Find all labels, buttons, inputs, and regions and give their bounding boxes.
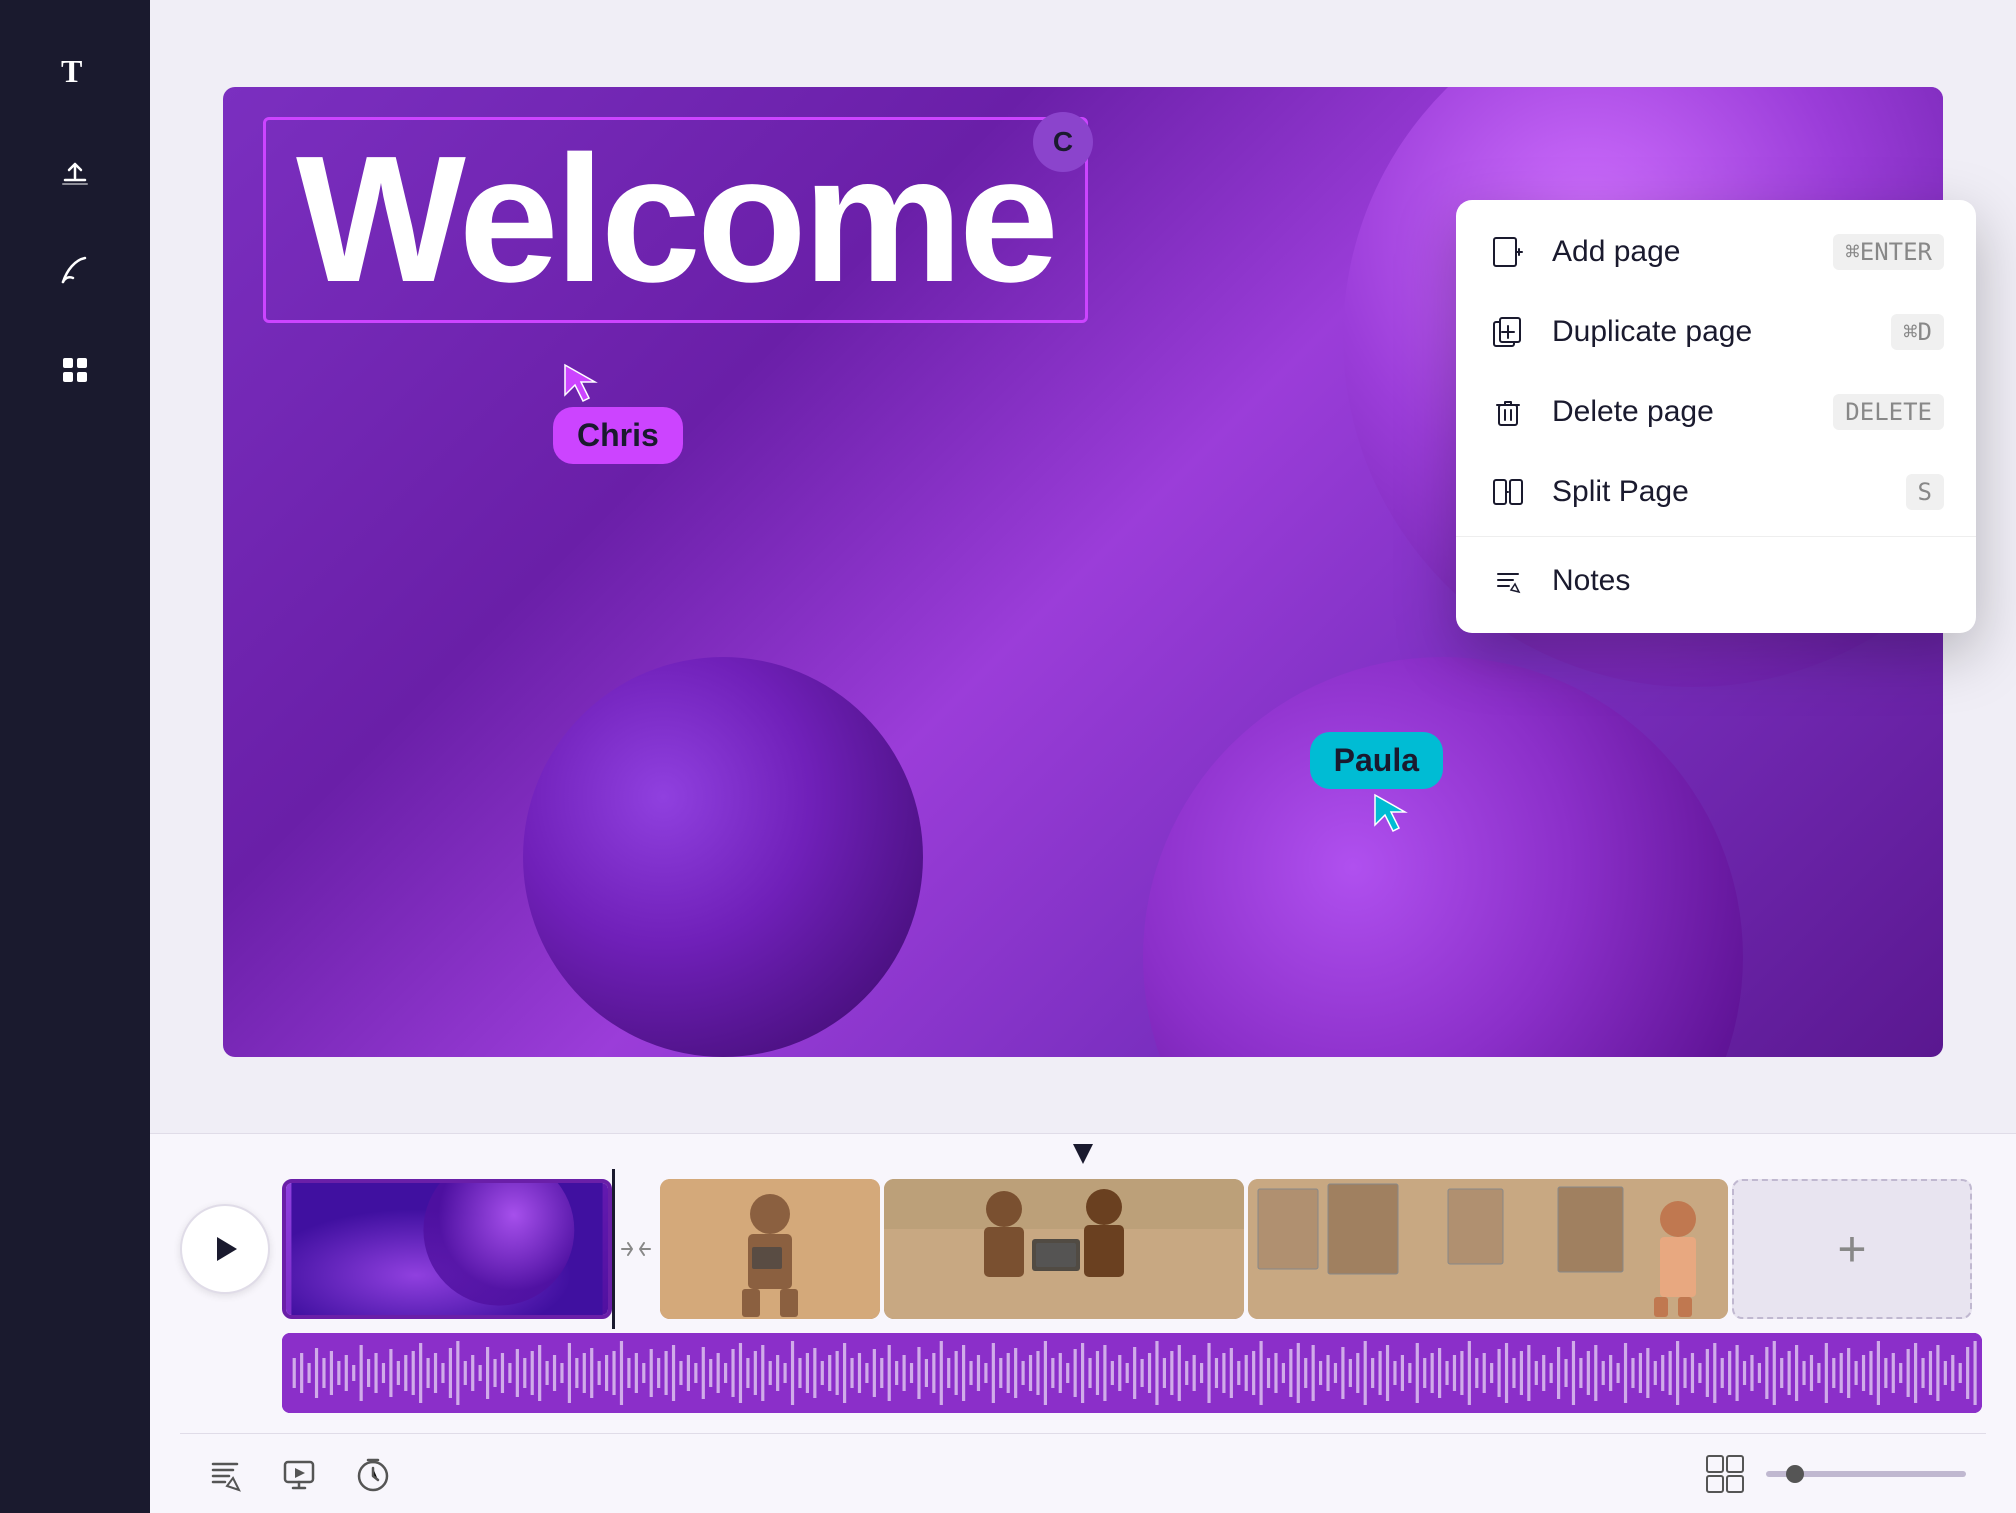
duplicate-page-shortcut: ⌘D [1891,314,1944,350]
chris-cursor-arrow [553,357,603,407]
context-menu: Add page ⌘ENTER Duplicate page ⌘D [1456,200,1976,633]
delete-page-icon [1488,392,1528,432]
svg-text:T: T [61,53,82,89]
delete-page-label: Delete page [1552,395,1809,429]
playhead-bar [180,1134,1986,1164]
delete-page-menu-item[interactable]: Delete page DELETE [1456,372,1976,452]
transition-icon-1[interactable] [616,1229,656,1269]
add-page-label: Add page [1552,235,1809,269]
clip-2[interactable] [660,1179,880,1319]
welcome-text-box[interactable]: Welcome C [263,117,1088,323]
waveform-svg [282,1333,1982,1413]
draw-button[interactable] [45,240,105,300]
clip-1[interactable] [282,1179,612,1319]
menu-divider [1456,536,1976,537]
playhead-line [612,1169,615,1329]
text-tool-button[interactable]: T [45,40,105,100]
timeline-tracks: + [180,1164,1986,1333]
upload-button[interactable] [45,140,105,200]
toolbar-left [200,1449,398,1499]
duplicate-page-label: Duplicate page [1552,315,1867,349]
clips-row: + [282,1179,1986,1319]
audio-waveform [282,1333,1982,1413]
clip-4-content [1248,1179,1728,1319]
transition-symbol [618,1231,654,1267]
script-button[interactable] [200,1449,250,1499]
add-clip-button[interactable]: + [1732,1179,1972,1319]
play-button[interactable] [180,1204,270,1294]
layout-icon [1703,1452,1747,1496]
clip-3-thumbnail [884,1179,1244,1319]
sidebar: T [0,0,150,1513]
chris-label: Chris [553,407,683,464]
play-icon [207,1231,243,1267]
clip-1-content [286,1183,608,1315]
clip-1-thumbnail [286,1183,608,1315]
clip-2-content [660,1179,880,1319]
zoom-slider[interactable] [1766,1471,1966,1477]
split-page-label: Split Page [1552,475,1882,509]
orb-3 [523,657,923,1057]
c-collaborator-avatar: C [1033,112,1093,172]
add-page-icon [1488,232,1528,272]
split-page-shortcut: S [1906,474,1944,510]
main-content: Welcome C Chris Paula [150,0,2016,1513]
split-page-menu-item[interactable]: Split Page S [1456,452,1976,532]
clip-4[interactable] [1248,1179,1728,1319]
delete-page-shortcut: DELETE [1833,394,1944,430]
timer-icon [353,1454,393,1494]
split-page-icon [1488,472,1528,512]
clip-3[interactable] [884,1179,1244,1319]
welcome-text: Welcome [296,130,1055,310]
playhead-indicator [1073,1144,1093,1164]
chris-cursor-container: Chris [553,357,683,464]
duplicate-page-icon [1488,312,1528,352]
add-page-menu-item[interactable]: Add page ⌘ENTER [1456,212,1976,292]
grid-button[interactable] [45,340,105,400]
toolbar-right [1700,1449,1966,1499]
paula-cursor-container: Paula [1310,732,1443,837]
notes-menu-item[interactable]: Notes [1456,541,1976,621]
script-icon [205,1454,245,1494]
notes-label: Notes [1552,564,1944,598]
preview-button[interactable] [274,1449,324,1499]
zoom-slider-thumb[interactable] [1786,1465,1804,1483]
paula-label: Paula [1310,732,1443,789]
timeline-area: + [150,1133,2016,1513]
add-page-shortcut: ⌘ENTER [1833,234,1944,270]
timer-button[interactable] [348,1449,398,1499]
clip-3-content [884,1179,1244,1319]
duplicate-page-menu-item[interactable]: Duplicate page ⌘D [1456,292,1976,372]
bottom-toolbar [180,1433,1986,1513]
clip-2-thumbnail [660,1179,880,1319]
notes-icon [1488,561,1528,601]
clip-4-thumbnail [1248,1179,1728,1319]
preview-icon [279,1454,319,1494]
canvas-area: Welcome C Chris Paula [150,0,2016,1133]
orb-2 [1143,657,1743,1057]
layout-button[interactable] [1700,1449,1750,1499]
paula-cursor-arrow [1363,787,1413,837]
